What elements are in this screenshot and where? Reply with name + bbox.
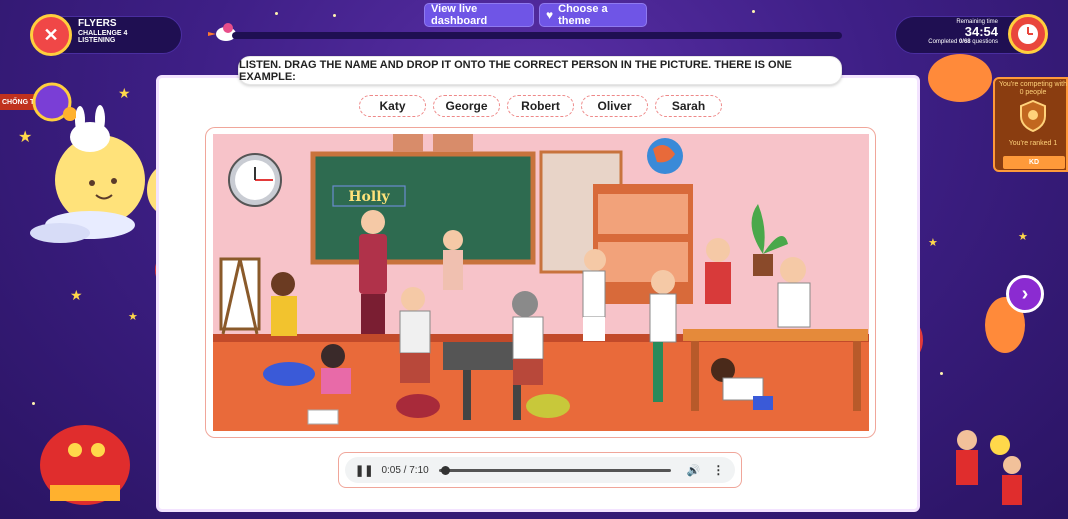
audio-player: ❚❚ 0:05 / 7:10 🔊 ⋮ (345, 457, 735, 483)
star-icon: ★ (118, 85, 131, 101)
challenge-title: FLYERS (78, 18, 117, 29)
choose-theme-button[interactable]: ♥ Choose a theme (539, 3, 647, 27)
audio-seek-bar[interactable] (438, 465, 671, 475)
heart-icon: ♥ (546, 8, 554, 22)
user-initials: KD (1003, 156, 1065, 169)
flyer-mascot-icon (32, 82, 76, 122)
name-chip-sarah[interactable]: Sarah (655, 95, 722, 117)
children-decoration (956, 430, 1022, 505)
name-chip-oliver[interactable]: Oliver (581, 95, 648, 117)
audio-time: 0:05 / 7:10 (381, 464, 429, 476)
chevron-right-icon: › (1021, 282, 1029, 305)
timer-info: Remaining time 34:54 Completed 0/68 ques… (928, 19, 998, 45)
view-live-dashboard-button[interactable]: View live dashboard (424, 3, 534, 27)
question-instruction: LISTEN. DRAG THE NAME AND DROP IT ONTO T… (238, 56, 842, 85)
choose-theme-label: Choose a theme (558, 3, 608, 27)
progress-bar (232, 32, 842, 39)
star-icon: ★ (1018, 231, 1028, 243)
sparkle-icon (333, 14, 336, 17)
challenge-skill: LISTENING (78, 36, 116, 44)
lion-dance-decoration (40, 425, 130, 505)
audio-seek-thumb[interactable] (441, 465, 451, 475)
sparkle-icon (752, 10, 755, 13)
ranked-text: You're ranked 1 (1008, 140, 1058, 147)
name-chip-katy[interactable]: Katy (359, 95, 426, 117)
sparkle-icon (32, 402, 35, 405)
moon-rabbit-decoration (30, 105, 145, 243)
more-options-icon[interactable]: ⋮ (712, 463, 724, 477)
remaining-time-value: 34:54 (964, 24, 998, 40)
competing-text: You're competing with 0 people (998, 81, 1067, 97)
challenge-info: FLYERS CHALLENGE 4 LISTENING (78, 18, 128, 44)
view-live-dashboard-label: View live dashboard (431, 3, 488, 27)
lantern-decoration (928, 54, 992, 102)
volume-icon[interactable]: 🔊 (687, 464, 701, 477)
sparkle-icon (275, 12, 278, 15)
star-icon: ★ (70, 287, 83, 303)
pause-icon[interactable]: ❚❚ (355, 464, 373, 477)
name-chip-george[interactable]: George (433, 95, 500, 117)
sparkle-icon (940, 372, 943, 375)
rank-shield-icon (1020, 100, 1046, 132)
name-chip-robert[interactable]: Robert (507, 95, 574, 117)
challenge-number: CHALLENGE 4 (78, 29, 128, 37)
classroom-picture[interactable]: Holly (213, 134, 869, 431)
example-name-label: Holly (348, 189, 390, 205)
next-question-button[interactable]: › (1006, 275, 1044, 313)
star-icon: ★ (128, 311, 138, 323)
exit-icon[interactable]: ✕ (30, 14, 72, 56)
completed-count: Completed 0/68 questions (928, 38, 998, 45)
clock-icon (1008, 14, 1048, 54)
